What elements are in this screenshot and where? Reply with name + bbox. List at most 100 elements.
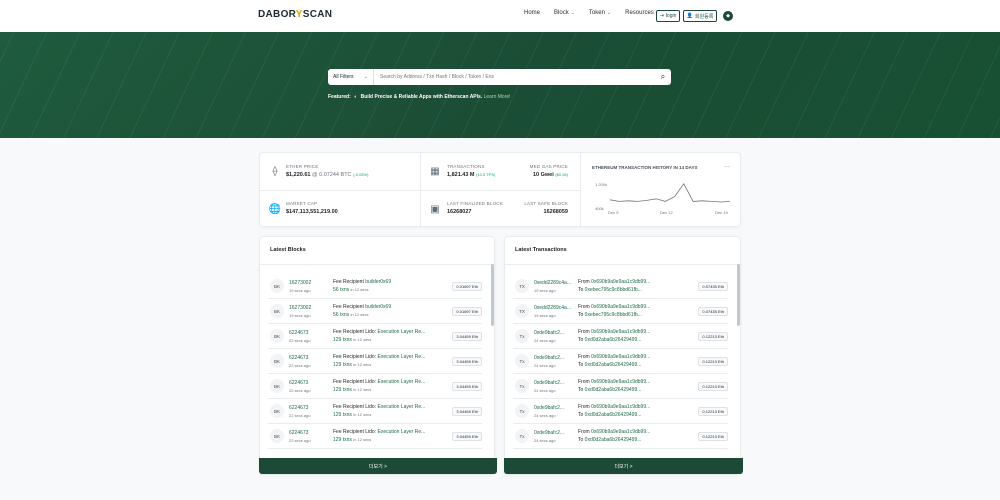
block-row: BK 6224673 22 secs ago Fee Recipient Lid… [268, 399, 482, 424]
block-number-link[interactable]: 6224673 [289, 405, 333, 411]
block-number-link[interactable]: 6224673 [289, 380, 333, 386]
tx-hash-link[interactable]: 0xde9bafc2... [534, 380, 578, 386]
txns-link[interactable]: 56 txns [333, 287, 349, 293]
block-age: 19 secs ago [289, 287, 311, 293]
to-address-link[interactable]: 0xd0d2aba6b26429499... [585, 412, 642, 418]
transaction-row: Tx 0xde9bafc2... 24 secs ago From 0x690b… [513, 399, 728, 424]
top-navbar: DABORYSCAN Home Block⌄ Token⌄ Resources⌄… [0, 0, 1000, 32]
recipient-link[interactable]: builder0x69 [365, 279, 391, 285]
tx-amount-badge: 0.07435 Eth [698, 306, 728, 316]
recipient-link[interactable]: builder0x69 [365, 304, 391, 310]
learn-more-link[interactable]: Learn More! [484, 94, 511, 100]
chart-y-bottom: 400k [595, 206, 604, 211]
transaction-row: TX 0xedd2289c4a... 19 secs ago From 0x69… [513, 274, 728, 299]
to-address-link[interactable]: 0xd0d2aba6b26429499... [585, 362, 642, 368]
history-chart [610, 183, 730, 203]
tx-hash-link[interactable]: 0xde9bafc2... [534, 430, 578, 436]
ethereum-network-icon[interactable]: ◆ [723, 11, 733, 21]
from-address-link[interactable]: 0x690b9a9e9aa1c9db99... [591, 429, 650, 435]
from-address-link[interactable]: 0x690b9a9e9aa1c9db99... [591, 379, 650, 385]
fee-recipient-label: Fee Recipient [333, 279, 364, 285]
site-logo[interactable]: DABORYSCAN [258, 9, 332, 20]
block-number-link[interactable]: 16273002 [289, 305, 333, 311]
search-icon[interactable]: ⌕ [655, 69, 671, 85]
signup-button[interactable]: 👤 회원등록 [683, 10, 717, 22]
fee-recipient-label: Fee Recipient Lido: [333, 329, 377, 335]
featured-banner: Featured: ◐ Build Precise & Reliable App… [328, 94, 511, 100]
block-badge-icon: BK [270, 329, 284, 343]
fee-recipient-label: Fee Recipient Lido: [333, 379, 377, 385]
recipient-link[interactable]: Execution Layer Re... [377, 354, 425, 360]
login-button[interactable]: ⇥ login [656, 10, 680, 22]
history-line [610, 183, 730, 203]
gas-price-stat[interactable]: MED GAS PRICE 10 Gwei ($0.26) [530, 164, 568, 178]
block-number-link[interactable]: 16273002 [289, 280, 333, 286]
tx-amount-badge: 0.12213 Eth [698, 431, 728, 441]
transactions-scrollbar[interactable] [737, 264, 740, 326]
to-address-link[interactable]: 0xd0d2aba6b26429499... [585, 387, 642, 393]
from-address-link[interactable]: 0x690b9a9e9aa1c9db99... [591, 279, 650, 285]
block-time: in 12 secs [350, 312, 369, 317]
txns-link[interactable]: 129 txns [333, 387, 352, 393]
to-address-link[interactable]: 0xd0d2aba6b26429499... [585, 337, 642, 343]
view-all-transactions-button[interactable]: 더보기 > [504, 458, 743, 474]
search-input[interactable] [374, 74, 655, 80]
to-address-link[interactable]: 0xd0d2aba6b26429499... [585, 437, 642, 443]
search-filter-select[interactable]: All Filters ⌄ [328, 69, 374, 85]
hero-pattern [0, 32, 1000, 138]
nav-block[interactable]: Block ⌄ [554, 10, 575, 16]
block-age: 19 secs ago [289, 312, 311, 318]
tx-hash-link[interactable]: 0xedd2289c4a... [534, 280, 578, 286]
from-address-link[interactable]: 0x690b9a9e9aa1c9db99... [591, 354, 650, 360]
user-plus-icon: 👤 [686, 13, 693, 19]
tx-hash-link[interactable]: 0xde9bafc2... [534, 355, 578, 361]
tx-amount-badge: 0.07435 Eth [698, 281, 728, 291]
block-badge-icon: BK [270, 279, 284, 293]
tx-age: 24 secs ago [534, 437, 556, 443]
tx-age: 24 secs ago [534, 387, 556, 393]
block-number-link[interactable]: 6224673 [289, 330, 333, 336]
recipient-link[interactable]: Execution Layer Re... [377, 404, 425, 410]
more-options-icon[interactable]: … [724, 163, 730, 169]
txns-link[interactable]: 56 txns [333, 312, 349, 318]
chart-x-label-2: Dec 19 [715, 210, 728, 215]
block-reward-badge: 3.04459 Eth [452, 331, 482, 341]
main-nav: Home Block⌄ Token⌄ Resources⌄ [524, 10, 660, 16]
tx-age: 24 secs ago [534, 337, 556, 343]
transaction-row: Tx 0xde9bafc2... 24 secs ago From 0x690b… [513, 374, 728, 399]
nav-home[interactable]: Home [524, 10, 540, 16]
tx-hash-link[interactable]: 0xde9bafc2... [534, 330, 578, 336]
block-badge-icon: BK [270, 429, 284, 443]
chevron-down-icon: ⌄ [570, 10, 575, 16]
fee-recipient-label: Fee Recipient Lido: [333, 354, 377, 360]
from-address-link[interactable]: 0x690b9a9e9aa1c9db99... [591, 404, 650, 410]
recipient-link[interactable]: Execution Layer Re... [377, 429, 425, 435]
tx-badge-icon: TX [515, 304, 529, 318]
block-number-link[interactable]: 6224673 [289, 430, 333, 436]
from-address-link[interactable]: 0x690b9a9e9aa1c9db99... [591, 329, 650, 335]
recipient-link[interactable]: Execution Layer Re... [377, 329, 425, 335]
block-time: in 12 secs [353, 437, 372, 442]
blocks-scrollbar[interactable] [491, 264, 494, 326]
nav-token[interactable]: Token ⌄ [589, 10, 611, 16]
block-row: BK 6224673 22 secs ago Fee Recipient Lid… [268, 324, 482, 349]
tx-badge-icon: Tx [515, 429, 529, 443]
tx-hash-link[interactable]: 0xde9bafc2... [534, 405, 578, 411]
latest-transactions-card: Latest Transactions TX 0xedd2289c4a... 1… [504, 236, 743, 475]
view-all-blocks-button[interactable]: 더보기 > [259, 458, 497, 474]
chart-y-top: 1 200k [595, 182, 608, 187]
block-badge-icon: BK [270, 304, 284, 318]
from-address-link[interactable]: 0x690b9a9e9aa1c9db99... [591, 304, 650, 310]
txns-link[interactable]: 129 txns [333, 362, 352, 368]
to-address-link[interactable]: 0xebec795c9c8bbd61fb... [585, 287, 642, 293]
tx-amount-badge: 0.12213 Eth [698, 406, 728, 416]
block-number-link[interactable]: 6224673 [289, 355, 333, 361]
txns-link[interactable]: 129 txns [333, 437, 352, 443]
to-address-link[interactable]: 0xebec795c9c8bbd61fb... [585, 312, 642, 318]
recipient-link[interactable]: Execution Layer Re... [377, 379, 425, 385]
history-chart-title: ETHEREUM TRANSACTION HISTORY IN 14 DAYS [592, 165, 698, 170]
tx-hash-link[interactable]: 0xedd2289c4a... [534, 305, 578, 311]
txns-link[interactable]: 129 txns [333, 412, 352, 418]
nav-resources[interactable]: Resources⌄ [625, 10, 660, 16]
txns-link[interactable]: 129 txns [333, 337, 352, 343]
